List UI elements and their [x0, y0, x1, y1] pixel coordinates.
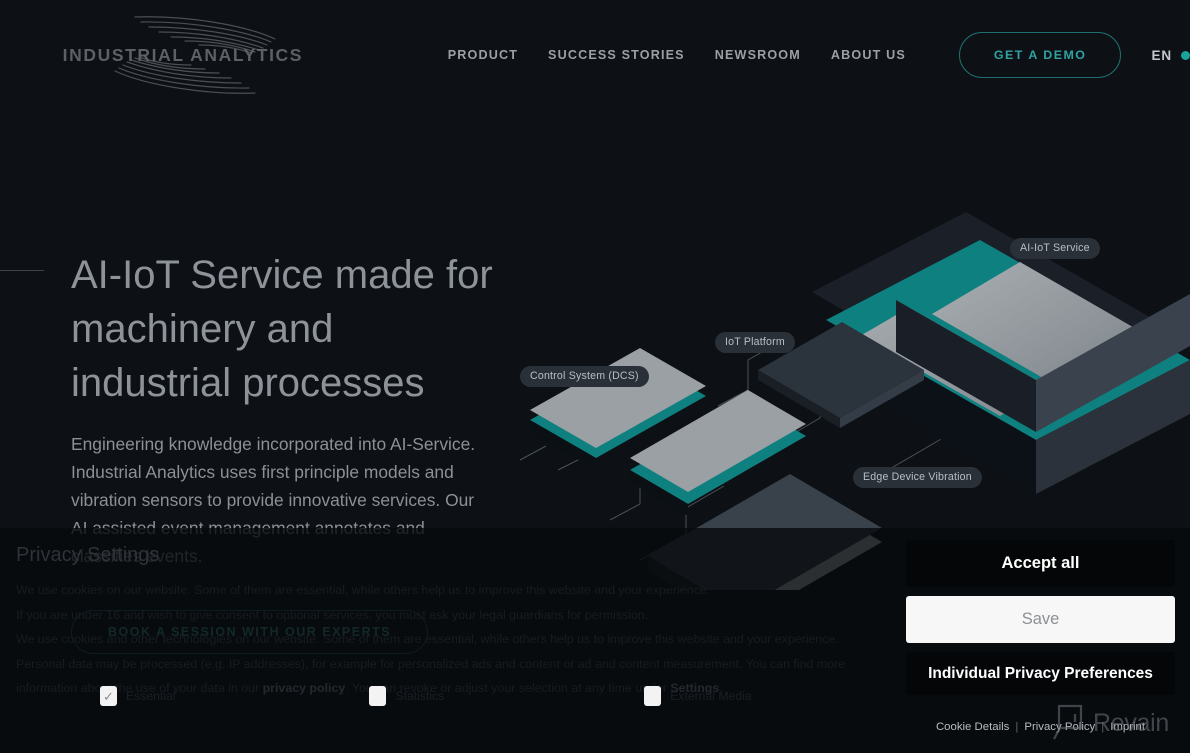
accept-all-button[interactable]: Accept all	[906, 540, 1175, 587]
logo-text: INDUSTRIAL ANALYTICS	[62, 45, 304, 65]
check-icon: ✓	[103, 688, 114, 704]
cookie-banner-body: We use cookies on our website. Some of t…	[16, 578, 878, 701]
checkbox-statistics[interactable]	[369, 686, 387, 706]
get-a-demo-button[interactable]: GET A DEMO	[958, 32, 1122, 78]
cookie-action-buttons: Accept all Save Individual Privacy Prefe…	[906, 540, 1175, 695]
checkbox-group-statistics[interactable]: Statistics	[369, 686, 444, 706]
link-separator-2: |	[1101, 721, 1105, 733]
nav-item-about-us[interactable]: ABOUT US	[816, 38, 921, 72]
cookie-footer-links: Cookie Details | Privacy Policy | Imprin…	[906, 721, 1175, 733]
page-root: AI-IoT Service IoT Platform Control Syst…	[0, 0, 1190, 753]
tag-control-system: Control System (DCS)	[520, 366, 649, 387]
checkbox-label-external-media: External Media	[670, 689, 752, 703]
hero-accent-rule	[0, 270, 44, 271]
link-separator-1: |	[1015, 721, 1019, 733]
cookie-body-line2: If you are under 16 and wish to give con…	[16, 607, 649, 622]
cookie-body-line1: We use cookies on our website. Some of t…	[16, 583, 711, 597]
language-dot-icon	[1181, 50, 1190, 60]
nav-item-success-stories[interactable]: SUCCESS STORIES	[533, 38, 700, 72]
site-header: INDUSTRIAL ANALYTICS PRODUCT SUCCESS STO…	[0, 0, 1190, 110]
tag-ai-iot-service: AI-IoT Service	[1010, 238, 1100, 259]
language-switcher[interactable]: EN	[1151, 48, 1190, 63]
hero-illustration: AI-IoT Service IoT Platform Control Syst…	[490, 170, 1190, 624]
imprint-link[interactable]: Imprint	[1110, 721, 1145, 733]
save-button[interactable]: Save	[906, 596, 1175, 643]
checkbox-group-external-media[interactable]: External Media	[644, 686, 752, 706]
checkbox-external-media[interactable]	[644, 686, 662, 706]
checkbox-label-essential: Essential	[126, 689, 176, 703]
cookie-details-link[interactable]: Cookie Details	[936, 721, 1009, 733]
individual-privacy-preferences-button[interactable]: Individual Privacy Preferences	[906, 652, 1175, 695]
logo[interactable]: INDUSTRIAL ANALYTICS	[45, 7, 321, 103]
privacy-policy-link[interactable]: Privacy Policy	[1024, 721, 1095, 733]
nav-item-product[interactable]: PRODUCT	[433, 38, 533, 72]
nav-item-newsroom[interactable]: NEWSROOM	[700, 38, 816, 72]
cookie-banner-heading: Privacy Settings	[16, 544, 160, 566]
language-label: EN	[1151, 47, 1172, 63]
tag-iot-platform: IoT Platform	[715, 332, 795, 353]
checkbox-essential[interactable]: ✓	[100, 686, 117, 706]
tag-edge-device-vibration: Edge Device Vibration	[853, 467, 982, 488]
checkbox-label-statistics: Statistics	[395, 689, 445, 703]
checkbox-group-essential[interactable]: ✓ Essential	[100, 686, 175, 706]
main-navigation: PRODUCT SUCCESS STORIES NEWSROOM ABOUT U…	[433, 32, 1190, 78]
cookie-category-checkboxes: ✓ Essential Statistics External Media	[100, 686, 800, 714]
page-title: AI-IoT Service made for machinery and in…	[71, 253, 493, 405]
